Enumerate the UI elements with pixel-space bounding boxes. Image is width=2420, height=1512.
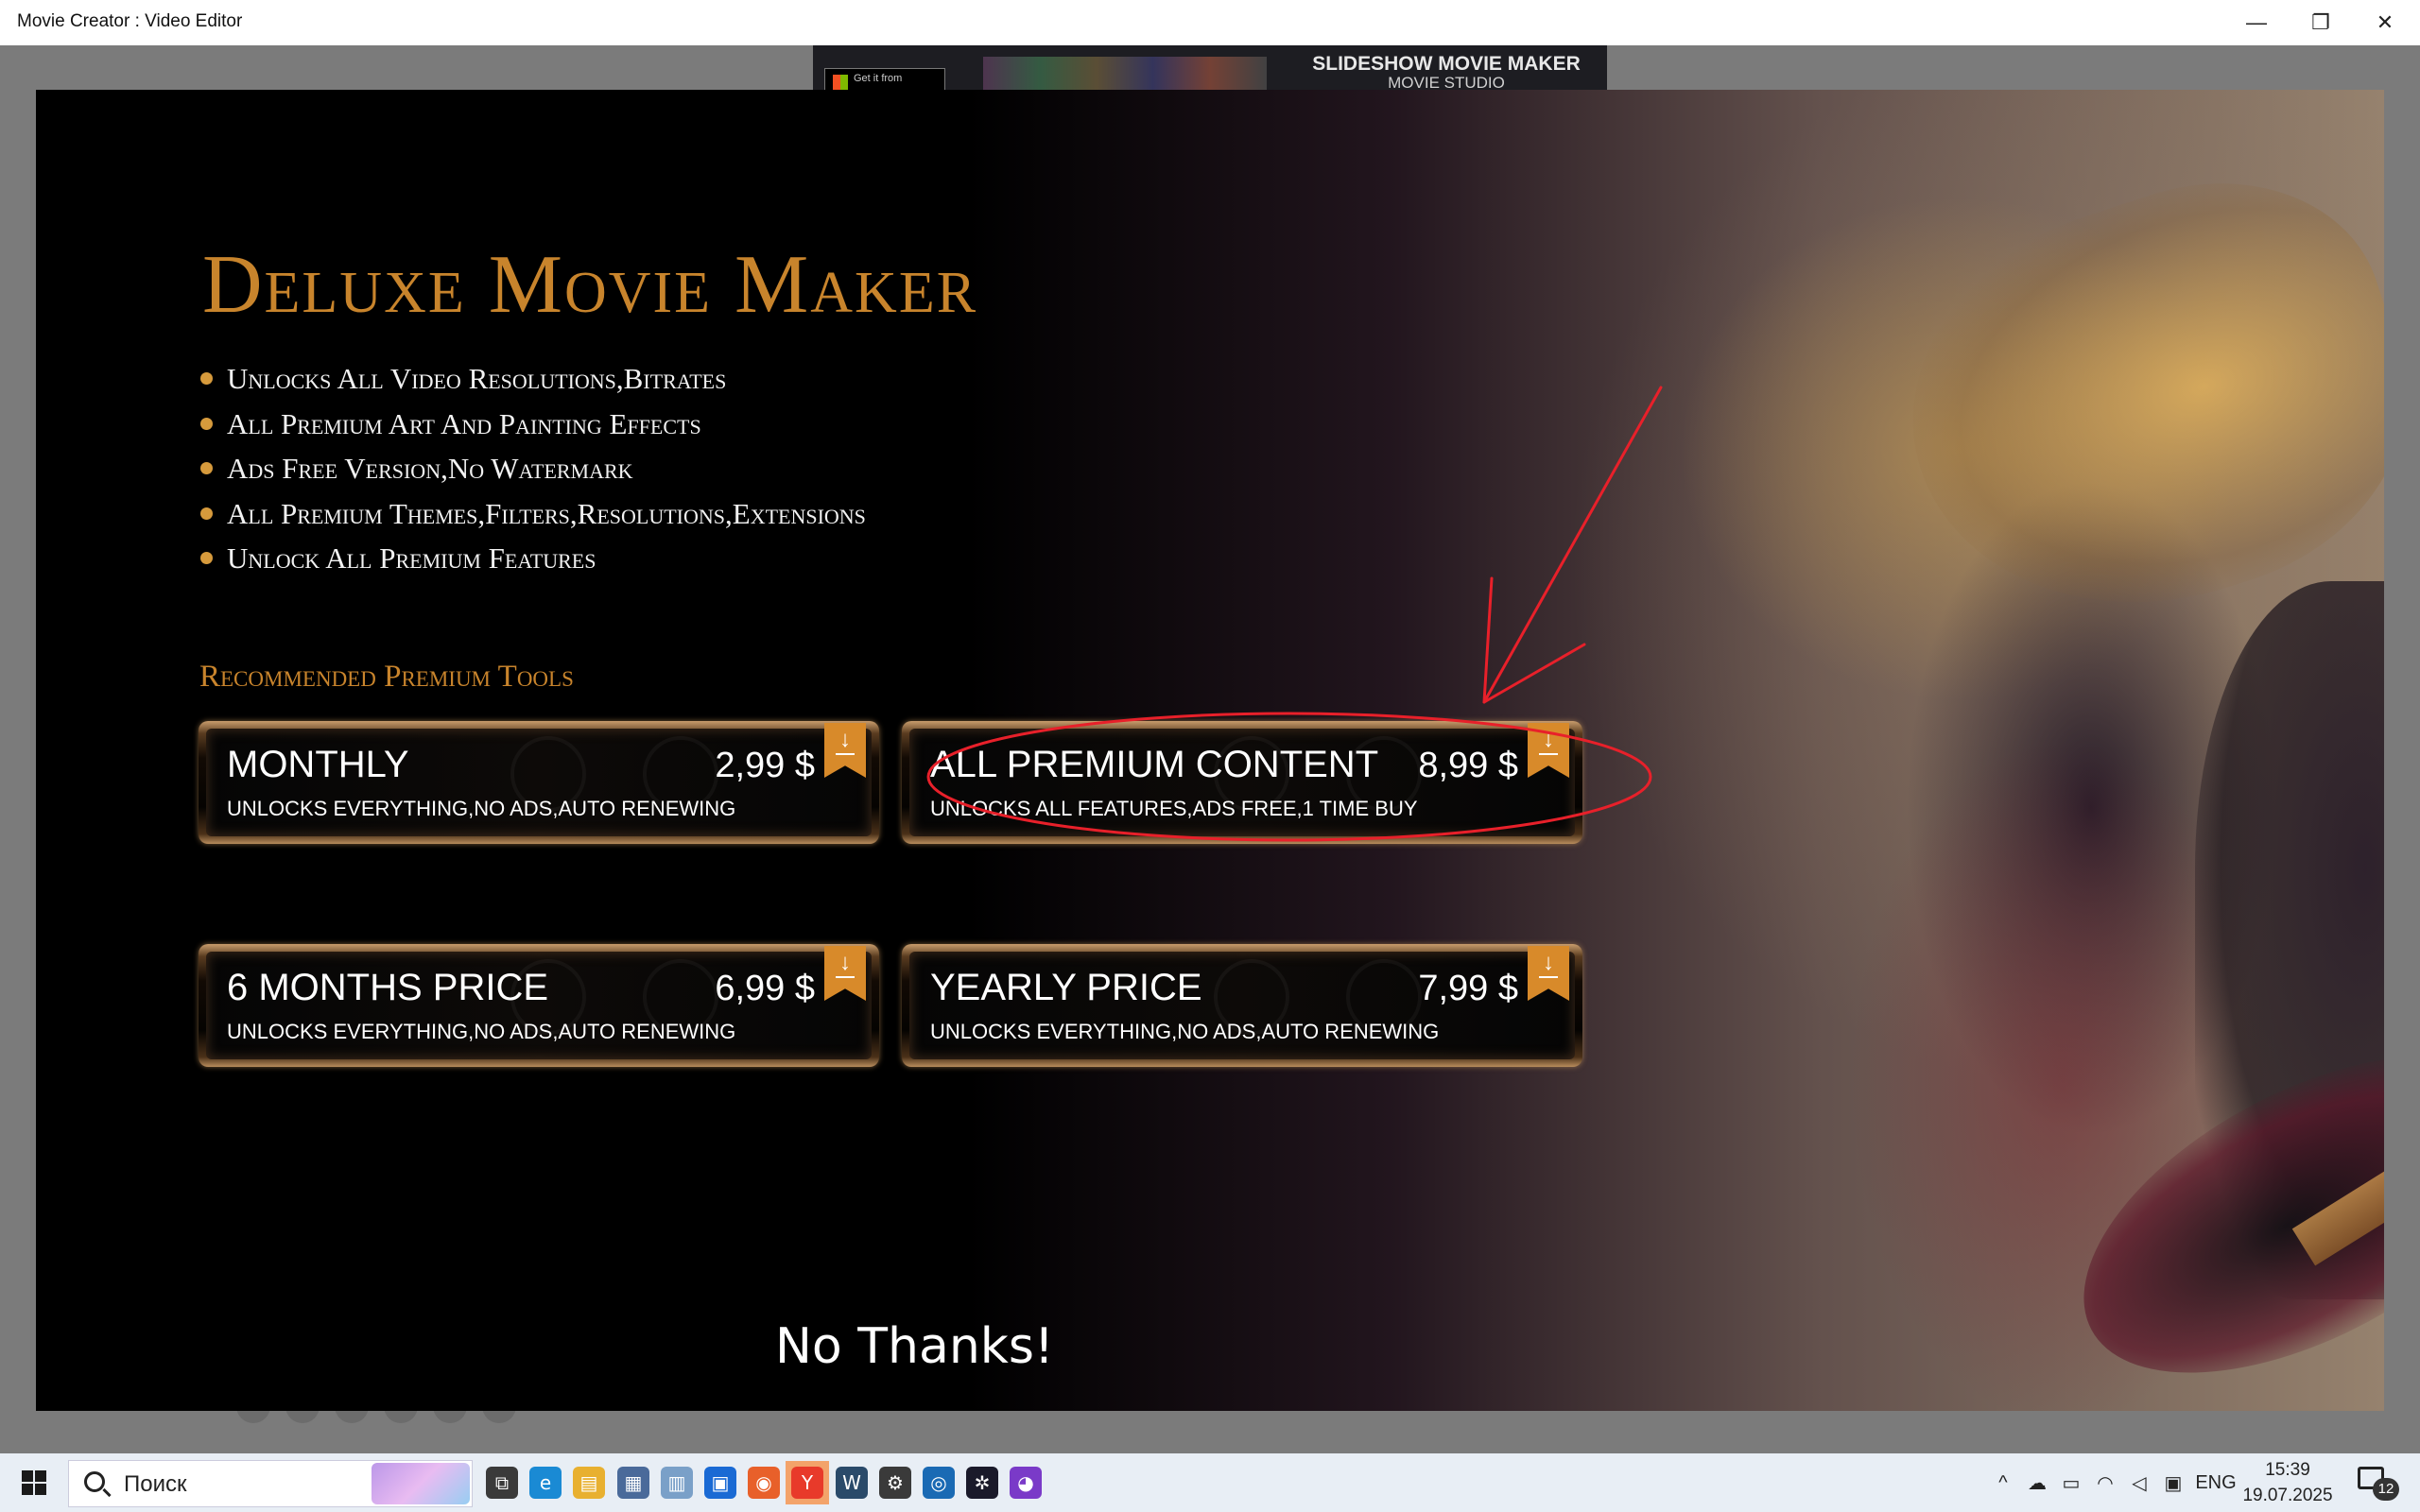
wikipedia-app-icon[interactable]: W [830, 1461, 873, 1504]
notepad-icon-glyph: ▥ [661, 1467, 693, 1499]
feature-text: All Premium Art And Painting Effects [227, 406, 701, 440]
file-explorer-icon-glyph: ▤ [573, 1467, 605, 1499]
camera-icon[interactable]: ▣ [2159, 1453, 2187, 1512]
photo-viewer-icon[interactable]: ◎ [917, 1461, 960, 1504]
mascot-app-icon[interactable]: ◕ [1004, 1461, 1047, 1504]
plan-name: 6 MONTHS PRICE [227, 967, 549, 1008]
store-icon[interactable]: ▣ [699, 1461, 742, 1504]
taskbar: Поиск ⧉ e ▤ ▦ ▥ ▣ ◉ Y W ⚙ ◎ ✲ ◕ ^ ☁ ▭ ◠ ◁ ▣ ENG 15:3… [0, 1453, 2420, 1512]
plan-name: MONTHLY [227, 744, 409, 785]
plan-description: UNLOCKS EVERYTHING,NO ADS,AUTO RENEWING [227, 1020, 736, 1043]
download-ribbon-icon: ↓ [1528, 723, 1569, 778]
movie-creator-icon[interactable]: ✲ [960, 1461, 1004, 1504]
clock-date: 19.07.2025 [2242, 1486, 2333, 1505]
feature-item: Ads Free Version,No Watermark [200, 452, 866, 497]
banner-subtitle: MOVIE STUDIO [1388, 74, 1505, 91]
firefox-icon-glyph: ◉ [748, 1467, 780, 1499]
plan-price: 6,99 $ [715, 969, 815, 1008]
notification-count-badge: 12 [2373, 1478, 2399, 1501]
feature-item: Unlock All Premium Features [200, 541, 866, 587]
search-icon [84, 1471, 105, 1492]
bullet-icon [200, 372, 213, 385]
dialog-headline: Deluxe Movie Maker [202, 239, 978, 331]
restore-button[interactable]: ❐ [2288, 0, 2354, 45]
window-title-bar: Movie Creator : Video Editor — ❐ ✕ [0, 0, 2420, 45]
taskbar-clock[interactable]: 15:39 19.07.2025 [2233, 1457, 2342, 1508]
wikipedia-app-icon-glyph: W [836, 1467, 868, 1499]
feature-item: Unlocks All Video Resolutions,Bitrates [200, 362, 866, 407]
recommended-tools-title: Recommended Premium Tools [199, 660, 574, 694]
settings-icon-glyph: ⚙ [879, 1467, 911, 1499]
close-button[interactable]: ✕ [2352, 0, 2418, 45]
store-badge[interactable]: Get it from [824, 68, 945, 91]
volume-icon[interactable]: ◁ [2125, 1453, 2153, 1512]
banner-title: SLIDESHOW MOVIE MAKER [1312, 53, 1581, 75]
feature-item: All Premium Themes,Filters,Resolutions,E… [200, 497, 866, 542]
plan-name: YEARLY PRICE [930, 967, 1202, 1008]
calculator-icon-glyph: ▦ [617, 1467, 649, 1499]
search-placeholder: Поиск [124, 1471, 187, 1497]
photo-viewer-icon-glyph: ◎ [923, 1467, 955, 1499]
feature-text: Unlocks All Video Resolutions,Bitrates [227, 362, 727, 395]
notepad-icon[interactable]: ▥ [655, 1461, 699, 1504]
feature-text: Unlock All Premium Features [227, 541, 596, 575]
plan-name: ALL PREMIUM CONTENT [930, 744, 1379, 785]
window-title: Movie Creator : Video Editor [17, 11, 243, 31]
bullet-icon [200, 462, 213, 474]
edge-icon-glyph: e [529, 1467, 562, 1499]
no-thanks-button[interactable]: No Thanks! [775, 1318, 1054, 1375]
premium-dialog: Deluxe Movie Maker Unlocks All Video Res… [36, 90, 2384, 1411]
plan-price: 7,99 $ [1418, 969, 1518, 1008]
file-explorer-icon[interactable]: ▤ [567, 1461, 611, 1504]
task-view-icon-glyph: ⧉ [486, 1467, 518, 1499]
plan-card-monthly[interactable]: MONTHLY UNLOCKS EVERYTHING,NO ADS,AUTO R… [199, 721, 879, 844]
feature-item: All Premium Art And Painting Effects [200, 407, 866, 453]
notification-center-button[interactable]: 12 [2354, 1463, 2403, 1503]
feature-text: All Premium Themes,Filters,Resolutions,E… [227, 496, 866, 530]
plan-price: 2,99 $ [715, 746, 815, 785]
banner-thumbnails [983, 57, 1267, 91]
edge-icon[interactable]: e [524, 1461, 567, 1504]
bullet-icon [200, 552, 213, 564]
firefox-icon[interactable]: ◉ [742, 1461, 786, 1504]
plan-description: UNLOCKS EVERYTHING,NO ADS,AUTO RENEWING [930, 1020, 1440, 1043]
minimize-button[interactable]: — [2223, 0, 2290, 45]
task-view-icon[interactable]: ⧉ [480, 1461, 524, 1504]
feature-list: Unlocks All Video Resolutions,Bitrates A… [200, 362, 866, 587]
windows-logo-icon [22, 1470, 46, 1495]
mascot-app-icon-glyph: ◕ [1010, 1467, 1042, 1499]
onedrive-icon[interactable]: ☁ [2023, 1453, 2051, 1512]
ad-banner[interactable]: Get it from SLIDESHOW MOVIE MAKER MOVIE … [813, 45, 1607, 91]
plan-card-yearly[interactable]: YEARLY PRICE UNLOCKS EVERYTHING,NO ADS,A… [902, 944, 1582, 1067]
start-button[interactable] [9, 1461, 59, 1504]
yandex-browser-icon-glyph: Y [791, 1467, 823, 1499]
settings-icon[interactable]: ⚙ [873, 1461, 917, 1504]
wifi-icon[interactable]: ◠ [2091, 1453, 2119, 1512]
tray-chevron-icon[interactable]: ^ [1989, 1453, 2017, 1512]
clock-time: 15:39 [2265, 1460, 2310, 1480]
feature-text: Ads Free Version,No Watermark [227, 452, 633, 485]
store-icon-glyph: ▣ [704, 1467, 736, 1499]
bullet-icon [200, 507, 213, 520]
search-highlight-art [372, 1463, 470, 1504]
plan-price: 8,99 $ [1418, 746, 1518, 785]
battery-icon[interactable]: ▭ [2057, 1453, 2085, 1512]
movie-creator-icon-glyph: ✲ [966, 1467, 998, 1499]
plan-card-all-premium[interactable]: ALL PREMIUM CONTENT UNLOCKS ALL FEATURES… [902, 721, 1582, 844]
download-ribbon-icon: ↓ [824, 946, 866, 1001]
yandex-browser-icon[interactable]: Y [786, 1461, 829, 1504]
download-ribbon-icon: ↓ [1528, 946, 1569, 1001]
download-ribbon-icon: ↓ [824, 723, 866, 778]
plan-description: UNLOCKS ALL FEATURES,ADS FREE,1 TIME BUY [930, 797, 1418, 820]
plan-description: UNLOCKS EVERYTHING,NO ADS,AUTO RENEWING [227, 797, 736, 820]
taskbar-search-box[interactable]: Поиск [68, 1460, 473, 1507]
plan-card-6-months[interactable]: 6 MONTHS PRICE UNLOCKS EVERYTHING,NO ADS… [199, 944, 879, 1067]
calculator-icon[interactable]: ▦ [612, 1461, 655, 1504]
bullet-icon [200, 417, 213, 430]
